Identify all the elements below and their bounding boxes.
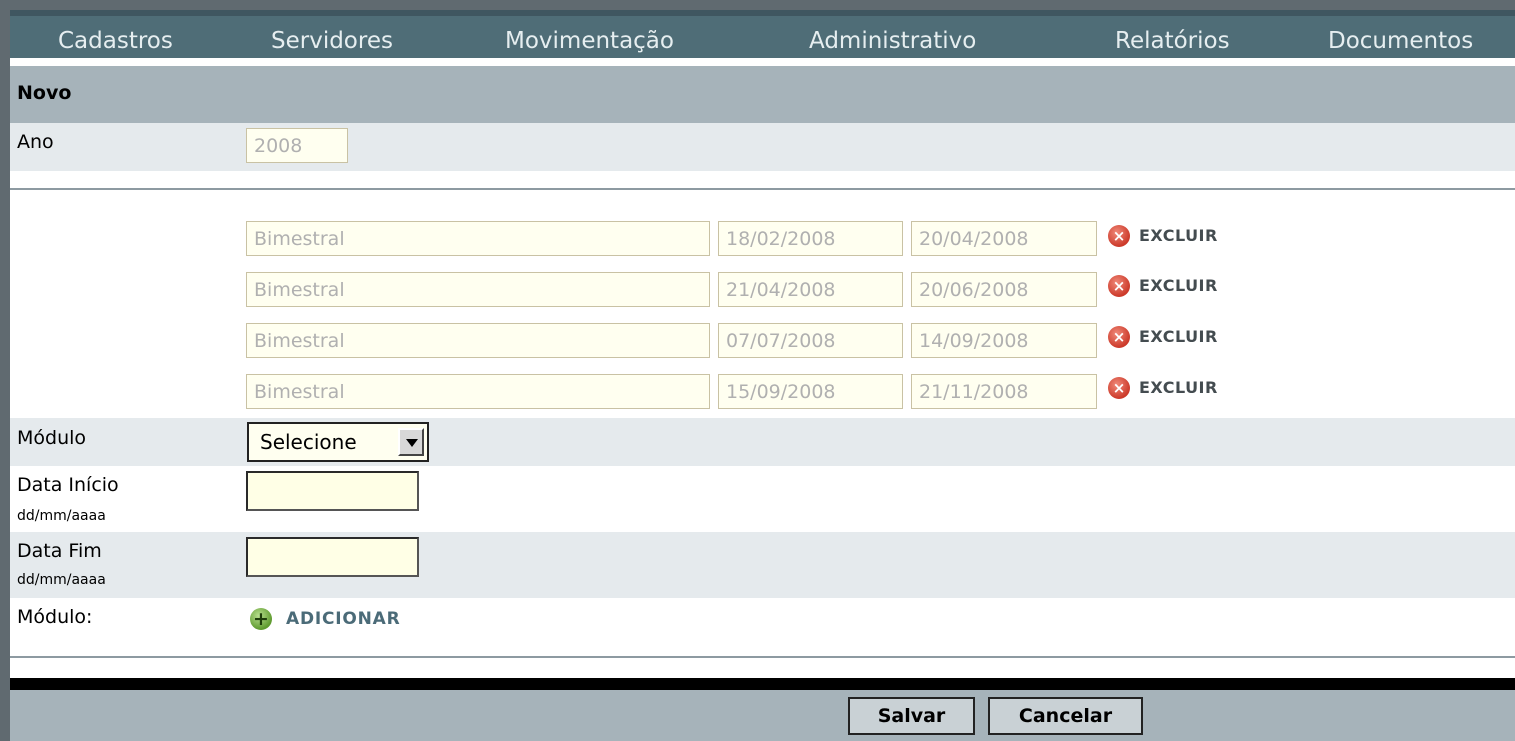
section-header: Novo — [10, 66, 1515, 123]
ano-field: 2008 — [246, 128, 348, 163]
ano-row — [10, 123, 1515, 171]
divider-bottom — [10, 656, 1515, 658]
excluir-label: EXCLUIR — [1139, 378, 1218, 397]
adicionar-row — [10, 598, 1515, 654]
remove-icon: × — [1108, 377, 1130, 399]
adicionar-row-label: Módulo: — [17, 606, 93, 628]
footer-bar — [10, 690, 1515, 741]
data-inicio-label: Data Início — [17, 474, 119, 496]
remove-icon: × — [1108, 275, 1130, 297]
module-type-field: Bimestral — [246, 323, 710, 358]
data-inicio-hint: dd/mm/aaaa — [17, 508, 106, 524]
adicionar-label: ADICIONAR — [286, 609, 401, 629]
remove-icon: × — [1108, 326, 1130, 348]
module-start-field: 15/09/2008 — [718, 374, 903, 409]
chevron-down-icon[interactable] — [398, 428, 424, 456]
excluir-label: EXCLUIR — [1139, 327, 1218, 346]
data-fim-field[interactable] — [246, 537, 419, 577]
module-type-field: Bimestral — [246, 374, 710, 409]
module-end-field: 20/04/2008 — [911, 221, 1097, 256]
data-fim-hint: dd/mm/aaaa — [17, 572, 106, 588]
remove-icon: × — [1108, 225, 1130, 247]
cancel-button[interactable]: Cancelar — [988, 697, 1143, 735]
data-fim-label: Data Fim — [17, 540, 102, 562]
data-inicio-row — [10, 466, 1515, 532]
module-start-field: 07/07/2008 — [718, 323, 903, 358]
modulo-select-value: Selecione — [260, 430, 357, 454]
section-title: Novo — [17, 82, 72, 104]
save-button[interactable]: Salvar — [848, 697, 975, 735]
data-inicio-field[interactable] — [246, 471, 419, 511]
window-frame-left — [0, 0, 10, 741]
module-end-field: 14/09/2008 — [911, 323, 1097, 358]
menu-separator — [10, 58, 1515, 65]
module-start-field: 18/02/2008 — [718, 221, 903, 256]
main-menu-bar: Cadastros Servidores Movimentação Admini… — [10, 10, 1515, 58]
menu-item-administrativo[interactable]: Administrativo — [809, 28, 976, 54]
module-type-field: Bimestral — [246, 221, 710, 256]
modulo-label: Módulo — [17, 427, 87, 449]
module-end-field: 20/06/2008 — [911, 272, 1097, 307]
menu-item-documentos[interactable]: Documentos — [1328, 28, 1473, 54]
data-fim-row — [10, 532, 1515, 598]
excluir-label: EXCLUIR — [1139, 276, 1218, 295]
menu-item-servidores[interactable]: Servidores — [271, 28, 393, 54]
modulo-select[interactable]: Selecione — [247, 422, 429, 462]
module-start-field: 21/04/2008 — [718, 272, 903, 307]
window-frame-top — [0, 0, 1515, 10]
modulo-row — [10, 418, 1515, 466]
module-end-field: 21/11/2008 — [911, 374, 1097, 409]
ano-label: Ano — [17, 131, 54, 153]
footer-border — [10, 678, 1515, 690]
excluir-label: EXCLUIR — [1139, 226, 1218, 245]
menu-item-cadastros[interactable]: Cadastros — [58, 28, 173, 54]
divider-top — [10, 188, 1515, 190]
menu-item-relatorios[interactable]: Relatórios — [1115, 28, 1230, 54]
module-type-field: Bimestral — [246, 272, 710, 307]
menu-item-movimentacao[interactable]: Movimentação — [505, 28, 674, 54]
add-icon: + — [250, 608, 272, 630]
